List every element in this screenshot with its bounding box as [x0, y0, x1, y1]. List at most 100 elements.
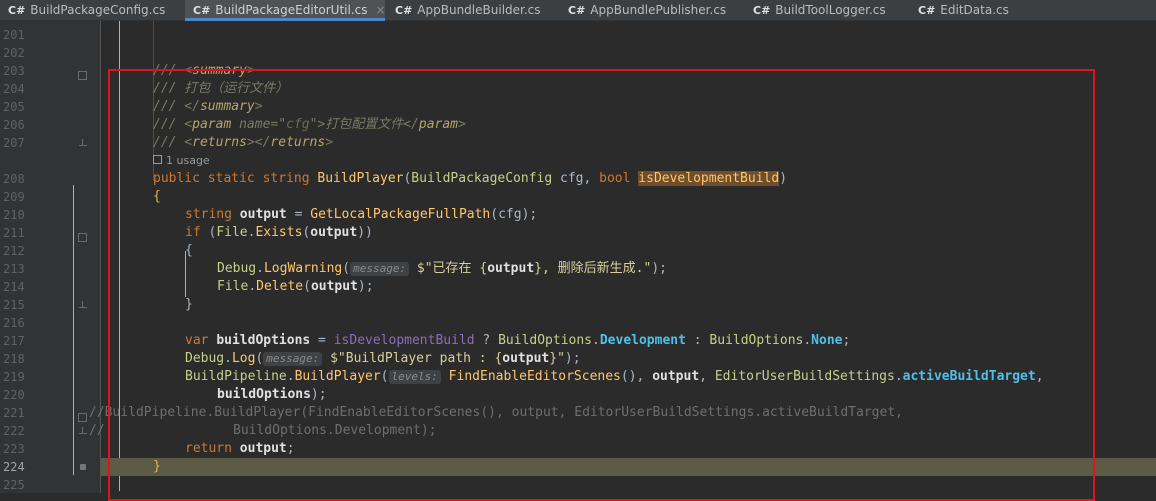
- code-token: output: [310, 279, 358, 294]
- csharp-file-icon: C#: [8, 4, 26, 17]
- code-token: (),: [620, 369, 653, 384]
- line-number: 201: [3, 28, 25, 42]
- code-token: EditorUserBuildSettings: [714, 369, 895, 384]
- code-token: cfg,: [552, 171, 600, 186]
- commented-code: BuildOptions.Development);: [233, 423, 437, 438]
- code-line-221[interactable]: //BuildPipeline.BuildPlayer(FindEnableEd…: [89, 404, 1156, 422]
- commented-code: //: [89, 423, 105, 438]
- line-number-gutter[interactable]: 201 202 203 204 205 206 207 208 209 210 …: [0, 21, 101, 493]
- tab-build-package-editor-util[interactable]: C# BuildPackageEditorUtil.cs ×: [185, 0, 386, 21]
- line-number: 220: [3, 388, 25, 402]
- usage-hint-line[interactable]: 1 usage: [101, 152, 1156, 170]
- line-number: 219: [3, 370, 25, 384]
- line-number: 217: [3, 334, 25, 348]
- code-line-207[interactable]: /// <returns></returns>: [101, 134, 1156, 152]
- code-token: BuildOptions: [709, 333, 804, 348]
- code-line-206[interactable]: /// <param name="cfg">打包配置文件</param>: [101, 116, 1156, 134]
- code-token: ;: [842, 333, 851, 348]
- tab-build-tool-logger[interactable]: C# BuildToolLogger.cs: [745, 0, 915, 20]
- csharp-file-icon: C#: [395, 4, 413, 17]
- code-line-211[interactable]: if (File.Exists(output)): [101, 224, 1156, 242]
- code-line-208[interactable]: public static string BuildPlayer(BuildPa…: [101, 170, 1156, 188]
- tab-edit-data[interactable]: C# EditData.cs: [910, 0, 1040, 20]
- code-token: summary: [199, 99, 255, 114]
- code-token: {: [185, 243, 193, 258]
- code-token: .: [224, 351, 232, 366]
- code-token: BuildPackageConfig: [411, 171, 553, 186]
- code-token: (cfg);: [490, 207, 538, 222]
- fold-toggle-icon[interactable]: [78, 413, 87, 422]
- line-number: 212: [3, 244, 25, 258]
- code-line-215[interactable]: }: [101, 296, 1156, 314]
- code-line-204[interactable]: /// 打包（运行文件）: [101, 80, 1156, 98]
- code-area[interactable]: /// <summary> /// 打包（运行文件） /// </summary…: [73, 21, 1156, 493]
- line-number: 202: [3, 46, 25, 60]
- code-token: param: [192, 117, 232, 132]
- code-token: $"已存在 {: [409, 261, 488, 276]
- editor-tab-bar: C# BuildPackageConfig.cs C# BuildPackageEd…: [0, 0, 1156, 21]
- fold-end-icon[interactable]: [79, 301, 87, 310]
- line-number: 204: [3, 82, 25, 96]
- code-editor[interactable]: 201 202 203 204 205 206 207 208 209 210 …: [0, 21, 1156, 501]
- code-line-210[interactable]: string output = GetLocalPackageFullPath(…: [101, 206, 1156, 224]
- line-number: 207: [3, 136, 25, 150]
- fold-end-icon[interactable]: [79, 139, 87, 148]
- code-token: returns: [192, 135, 247, 150]
- code-token: ">打包配置文件</: [309, 117, 419, 132]
- tab-label: BuildPackageConfig.cs: [30, 3, 166, 17]
- code-line-220[interactable]: buildOptions);: [101, 386, 1156, 404]
- code-token: Debug: [185, 351, 225, 366]
- tab-build-package-config[interactable]: C# BuildPackageConfig.cs: [0, 0, 180, 20]
- code-token: name=": [231, 117, 287, 132]
- code-token: output: [239, 441, 287, 456]
- fold-end-icon[interactable]: [79, 427, 87, 436]
- code-line-218[interactable]: Debug.Log(message: $"BuildPlayer path : …: [101, 350, 1156, 368]
- code-token: BuildOptions: [498, 333, 593, 348]
- code-line-213[interactable]: Debug.LogWarning(message: $"已存在 {output}…: [101, 260, 1156, 278]
- line-number: 208: [3, 172, 25, 186]
- csharp-file-icon: C#: [918, 4, 936, 17]
- line-number: 206: [3, 118, 25, 132]
- code-token: >: [325, 135, 334, 150]
- code-line-214[interactable]: File.Delete(output);: [101, 278, 1156, 296]
- fold-toggle-icon[interactable]: [78, 233, 87, 242]
- code-token: Delete: [256, 279, 304, 294]
- code-line-205[interactable]: /// </summary>: [101, 98, 1156, 116]
- line-number: 225: [3, 478, 25, 492]
- parameter-hint: levels:: [388, 370, 441, 384]
- parameter-hint: message:: [350, 262, 410, 276]
- code-line-217[interactable]: var buildOptions = isDevelopmentBuild ? …: [101, 332, 1156, 350]
- code-line-212[interactable]: {: [101, 242, 1156, 260]
- code-line-219[interactable]: BuildPipeline.BuildPlayer(levels: FindEn…: [101, 368, 1156, 386]
- close-icon[interactable]: ×: [376, 3, 386, 17]
- code-token: File: [216, 225, 248, 240]
- code-token: buildOptions: [217, 387, 311, 402]
- code-line-203[interactable]: /// <summary>: [101, 62, 1156, 80]
- tab-label: BuildToolLogger.cs: [775, 3, 886, 17]
- code-line-224-current[interactable]: }: [101, 458, 1156, 476]
- code-line-223[interactable]: return output;: [101, 440, 1156, 458]
- code-token: BuildPlayer: [294, 369, 381, 384]
- fold-lock-icon[interactable]: [80, 464, 86, 470]
- code-token: ,: [1035, 369, 1044, 384]
- tab-app-bundle-publisher[interactable]: C# AppBundlePublisher.cs: [560, 0, 750, 20]
- code-token: .: [286, 369, 295, 384]
- code-line-209[interactable]: {: [101, 188, 1156, 206]
- code-line-222[interactable]: // BuildOptions.Development);: [89, 422, 1156, 440]
- code-token: .: [592, 333, 600, 348]
- fold-toggle-icon[interactable]: [78, 71, 87, 80]
- code-token: .: [248, 279, 257, 294]
- code-token: var: [185, 333, 209, 348]
- code-token: bool: [599, 171, 631, 186]
- line-number: 223: [3, 442, 25, 456]
- code-token: )): [357, 225, 373, 240]
- code-token: );: [357, 279, 374, 294]
- tab-label: EditData.cs: [940, 3, 1009, 17]
- tab-app-bundle-builder[interactable]: C# AppBundleBuilder.cs: [387, 0, 562, 20]
- usages-link[interactable]: 1 usage: [153, 152, 210, 170]
- code-token: (: [303, 279, 311, 294]
- code-token: isDevelopmentBuild: [333, 333, 475, 348]
- code-token: }": [549, 351, 565, 366]
- code-token: (: [380, 369, 389, 384]
